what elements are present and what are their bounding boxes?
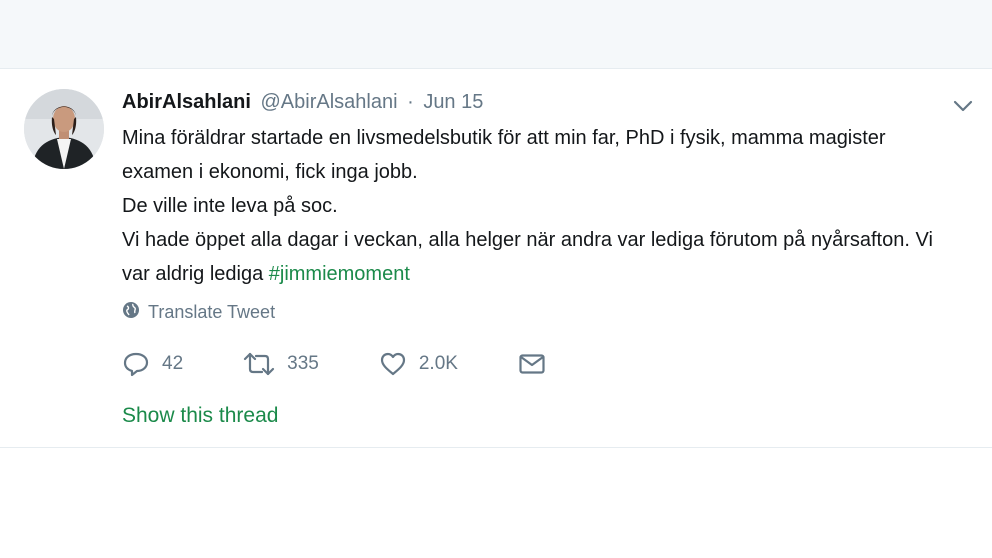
like-icon	[379, 351, 407, 377]
author-fullname[interactable]: AbirAlsahlani	[122, 91, 251, 113]
reply-button[interactable]: 42	[122, 351, 183, 377]
translate-label: Translate Tweet	[148, 302, 276, 322]
like-count: 2.0K	[418, 353, 458, 374]
tweet-text: Mina föräldrar startade en livsmedelsbut…	[122, 121, 962, 291]
show-thread-link[interactable]: Show this thread	[122, 404, 278, 428]
direct-message-icon	[518, 352, 546, 376]
tweet-actions: 42 335 2.0K	[122, 351, 606, 377]
direct-message-button[interactable]	[518, 352, 546, 376]
hashtag-link[interactable]: #jimmiemoment	[269, 263, 410, 285]
tweet-line: Vi hade öppet alla dagar i veckan, alla …	[122, 223, 962, 291]
translate-tweet-button[interactable]: Translate Tweet	[122, 301, 275, 324]
globe-icon	[122, 301, 140, 324]
reply-count: 42	[162, 353, 184, 374]
chevron-down-icon[interactable]	[952, 95, 974, 117]
tweet-line: De ville inte leva på soc.	[122, 195, 338, 217]
previous-tweet-strip	[0, 0, 992, 69]
avatar[interactable]	[24, 89, 104, 169]
retweet-count: 335	[287, 353, 319, 374]
avatar-image	[24, 89, 104, 169]
tweet-line: Mina föräldrar startade en livsmedelsbut…	[122, 127, 886, 183]
reply-icon	[122, 351, 150, 377]
tweet-date[interactable]: Jun 15	[423, 91, 483, 113]
author-screenname[interactable]: @AbirAlsahlani	[260, 91, 397, 113]
retweet-icon	[243, 351, 275, 377]
tweet-line-text: Vi hade öppet alla dagar i veckan, alla …	[122, 229, 933, 285]
next-tweet-strip	[0, 448, 992, 558]
retweet-button[interactable]: 335	[243, 351, 319, 377]
tweet-header: AbirAlsahlani @AbirAlsahlani · Jun 15	[122, 91, 483, 114]
separator-dot: ·	[407, 91, 414, 113]
tweet-card[interactable]: AbirAlsahlani @AbirAlsahlani · Jun 15 Mi…	[0, 69, 992, 448]
like-button[interactable]: 2.0K	[379, 351, 458, 377]
